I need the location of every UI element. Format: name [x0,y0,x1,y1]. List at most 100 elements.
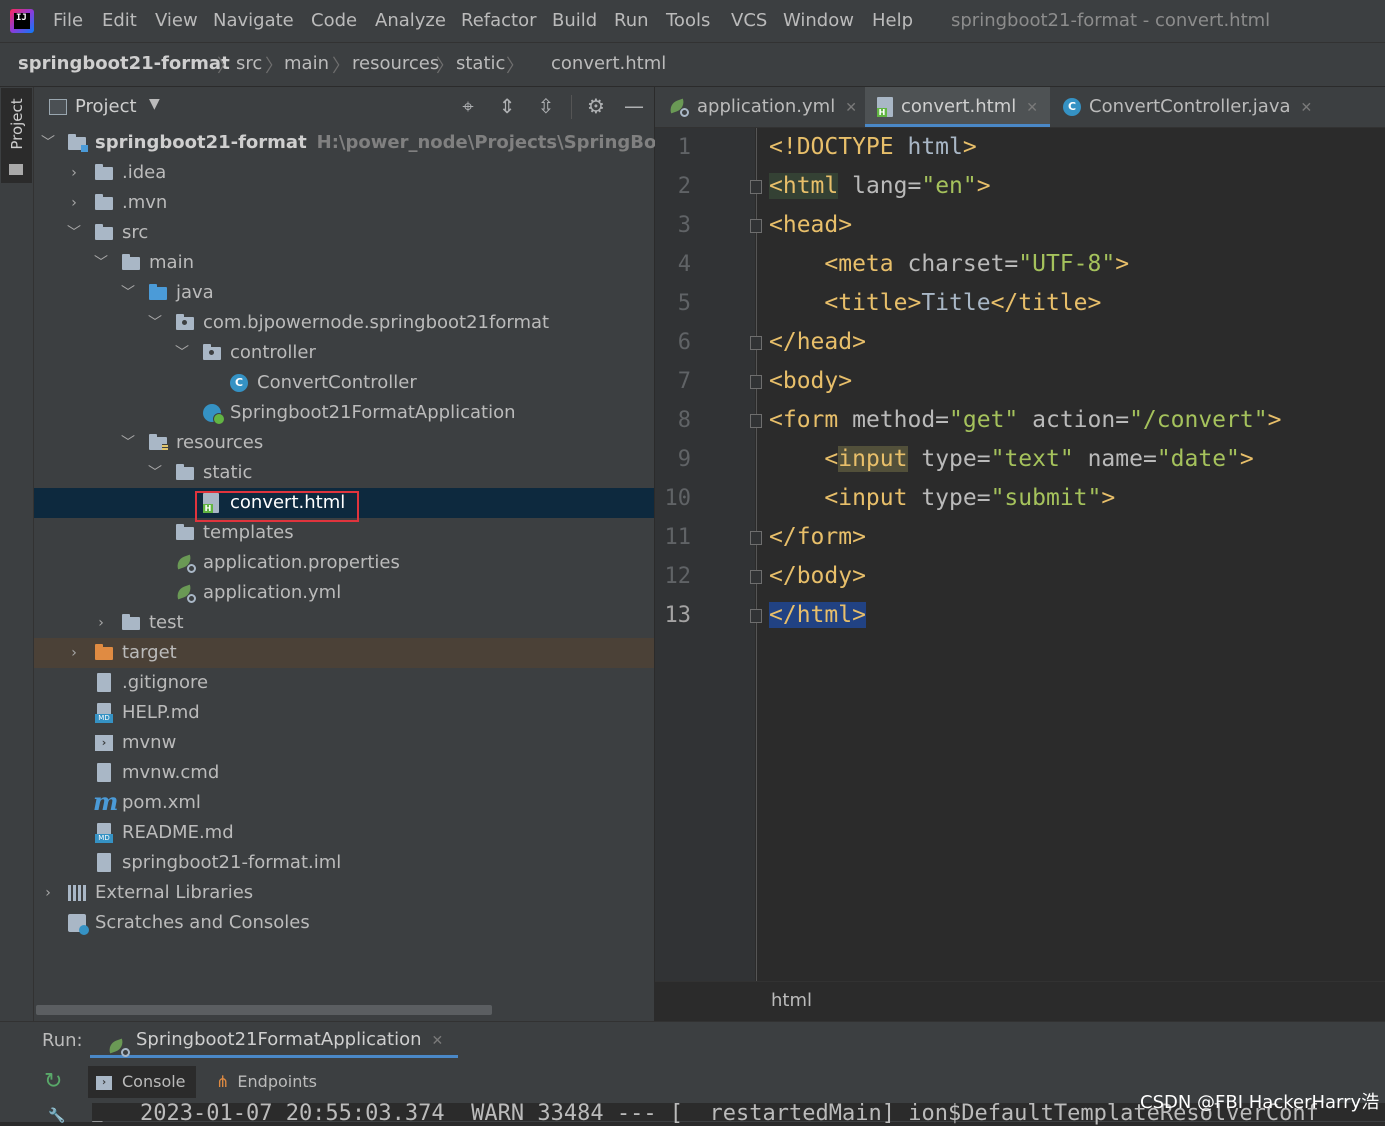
tree-item-application-yml[interactable]: application.yml [34,578,654,608]
gear-icon[interactable]: ⚙ [585,95,607,117]
close-icon[interactable]: ✕ [1026,100,1038,116]
horizontal-scrollbar[interactable] [36,1005,492,1015]
chevron-right-icon[interactable]: › [40,878,56,908]
chevron-down-icon[interactable]: ﹀ [40,128,56,158]
chevron-down-icon[interactable]: ▼ [149,96,160,112]
fold-marker-icon[interactable] [750,219,762,233]
tree-item-idea[interactable]: › .idea [34,158,654,188]
fold-marker-icon[interactable] [750,180,762,194]
code-line[interactable]: <input type="text" name="date"> [769,440,1254,479]
breadcrumb-src[interactable]: src [236,53,262,74]
wrench-icon[interactable]: 🔧 [48,1108,65,1124]
locate-file-icon[interactable]: ⌖ [457,95,479,117]
code-line[interactable]: </body> [769,557,866,596]
breadcrumb-project[interactable]: springboot21-format [18,53,230,74]
code-line[interactable]: <form method="get" action="/convert"> [769,401,1281,440]
intellij-logo-icon[interactable]: IJ [10,9,34,33]
tree-item-templates[interactable]: templates [34,518,654,548]
code-line[interactable]: <title>Title</title> [769,284,1101,323]
code-line[interactable]: <head> [769,206,852,245]
tree-item-gitignore[interactable]: .gitignore [34,668,654,698]
menu-build[interactable]: Build [552,10,597,32]
project-view-title[interactable]: Project [75,96,137,117]
tree-item-test[interactable]: › test [34,608,654,638]
chevron-down-icon[interactable]: ﹀ [120,428,136,458]
tab-convert-controller[interactable]: C ConvertController.java ✕ [1063,87,1323,127]
chevron-right-icon[interactable]: › [66,638,82,668]
code-line[interactable]: <html lang="en"> [769,167,991,206]
tree-item-readme-md[interactable]: README.md [34,818,654,848]
menu-vcs[interactable]: VCS [731,10,767,32]
tree-item-iml[interactable]: springboot21-format.iml [34,848,654,878]
tree-item-package[interactable]: ﹀ com.bjpowernode.springboot21format [34,308,654,338]
tree-item-java[interactable]: ﹀ java [34,278,654,308]
tree-item-static[interactable]: ﹀ static [34,458,654,488]
close-icon[interactable]: ✕ [845,100,857,116]
tab-convert-html[interactable]: convert.html ✕ [865,87,1050,127]
chevron-down-icon[interactable]: ﹀ [174,338,190,368]
tree-item-convert-controller[interactable]: C ConvertController [34,368,654,398]
menu-navigate[interactable]: Navigate [213,10,294,32]
tree-item-src[interactable]: ﹀ src [34,218,654,248]
tree-item-mvnw[interactable]: › mvnw [34,728,654,758]
tree-item-target[interactable]: › target [34,638,654,668]
editor-breadcrumb-html[interactable]: html [771,990,812,1011]
menu-refactor[interactable]: Refactor [461,10,537,32]
chevron-down-icon[interactable]: ﹀ [147,308,163,338]
code-line[interactable]: <meta charset="UTF-8"> [769,245,1129,284]
tree-item-resources[interactable]: ﹀ resources [34,428,654,458]
tab-application-yml[interactable]: application.yml ✕ [669,87,865,127]
tree-item-application-class[interactable]: Springboot21FormatApplication [34,398,654,428]
breadcrumb-resources[interactable]: resources [352,53,439,74]
menu-analyze[interactable]: Analyze [375,10,446,32]
collapse-all-icon[interactable]: ⇳ [535,95,557,117]
fold-marker-icon[interactable] [750,531,762,545]
tab-console[interactable]: › Console [88,1066,196,1098]
rerun-icon[interactable]: ↻ [44,1071,64,1093]
tree-item-application-properties[interactable]: application.properties [34,548,654,578]
close-icon[interactable]: ✕ [1301,100,1313,116]
menu-code[interactable]: Code [311,10,357,32]
code-line-current[interactable]: </html> [769,596,866,635]
expand-all-icon[interactable]: ⇕ [496,95,518,117]
chevron-down-icon[interactable]: ﹀ [66,218,82,248]
chevron-right-icon[interactable]: › [66,188,82,218]
tree-item-controller[interactable]: ﹀ controller [34,338,654,368]
menu-run[interactable]: Run [614,10,649,32]
breadcrumb-main[interactable]: main [284,53,329,74]
fold-marker-icon[interactable] [750,336,762,350]
tree-item-pom-xml[interactable]: m pom.xml [34,788,654,818]
hide-panel-icon[interactable]: — [623,95,645,117]
chevron-right-icon[interactable]: › [66,158,82,188]
chevron-right-icon[interactable]: › [93,608,109,638]
tree-item-help-md[interactable]: HELP.md [34,698,654,728]
tree-item-mvnw-cmd[interactable]: mvnw.cmd [34,758,654,788]
breadcrumb-static[interactable]: static [456,53,505,74]
menu-view[interactable]: View [155,10,198,32]
tree-item-main[interactable]: ﹀ main [34,248,654,278]
tree-item-external-libraries[interactable]: › External Libraries [34,878,654,908]
tree-item-mvn[interactable]: › .mvn [34,188,654,218]
chevron-down-icon[interactable]: ﹀ [147,458,163,488]
code-line[interactable]: </head> [769,323,866,362]
code-line[interactable]: <input type="submit"> [769,479,1115,518]
breadcrumb-file[interactable]: convert.html [551,53,666,74]
code-line[interactable]: </form> [769,518,866,557]
fold-marker-icon[interactable] [750,609,762,623]
menu-file[interactable]: File [53,10,83,32]
run-config-tab[interactable]: Springboot21FormatApplication ✕ [90,1022,458,1058]
tree-item-scratches[interactable]: Scratches and Consoles [34,908,654,938]
code-line[interactable]: <!DOCTYPE html> [769,128,977,167]
close-icon[interactable]: ✕ [432,1033,444,1049]
menu-edit[interactable]: Edit [102,10,137,32]
fold-marker-icon[interactable] [750,570,762,584]
menu-tools[interactable]: Tools [666,10,710,32]
chevron-down-icon[interactable]: ﹀ [93,248,109,278]
fold-marker-icon[interactable] [750,375,762,389]
fold-marker-icon[interactable] [750,414,762,428]
tab-endpoints[interactable]: ⋔ Endpoints [216,1070,317,1094]
menu-window[interactable]: Window [783,10,854,32]
tree-item-project-root[interactable]: ﹀ springboot21-format H:\power_node\Proje… [34,128,730,158]
project-tool-window-label[interactable]: Project [8,90,26,158]
code-line[interactable]: <body> [769,362,852,401]
